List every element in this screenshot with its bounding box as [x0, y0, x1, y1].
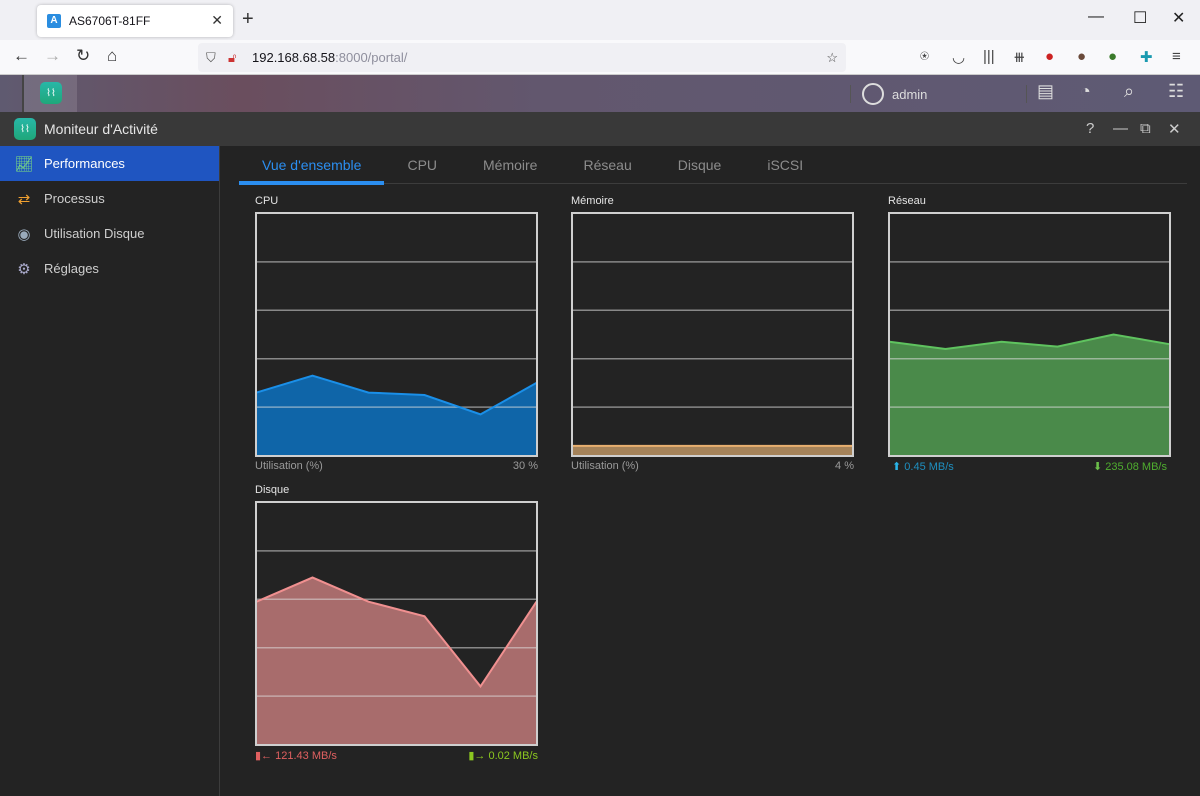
browser-tab[interactable]: A AS6706T-81FF ✕	[37, 5, 233, 37]
url-path: :8000/portal/	[335, 50, 408, 65]
minimize-window-icon[interactable]: —	[1113, 120, 1128, 137]
nas-top-bar: ⌇⌇ admin ▤ ◔ ⌕ ☷	[0, 75, 1200, 112]
tab-overview[interactable]: Vue d'ensemble	[239, 146, 385, 185]
maximize-icon[interactable]: ☐	[1133, 8, 1147, 28]
username: admin	[892, 86, 928, 102]
sidebar-item-settings[interactable]: ⚙ Réglages	[0, 251, 219, 286]
url-host: 192.168.68.58	[252, 50, 336, 65]
new-tab-button[interactable]: +	[242, 8, 254, 31]
tab-title: AS6706T-81FF	[69, 14, 151, 28]
disk-read-icon: ▮←	[255, 750, 273, 762]
shield-icon[interactable]: ⛉	[206, 43, 216, 72]
activity-monitor-icon: ⌇⌇	[40, 82, 62, 104]
browser-tab-bar: A AS6706T-81FF ✕ + — ☐ ✕	[0, 0, 1200, 40]
url-bar[interactable]: ⛉ 🔓︎ 192.168.68.58:8000/portal/ ☆	[198, 43, 846, 72]
profile-avatar-icon[interactable]: ●	[1077, 48, 1086, 65]
memory-footer-value: 4 %	[835, 460, 854, 472]
message-icon[interactable]: ▤	[1037, 81, 1054, 102]
process-icon: ⇄	[17, 190, 31, 208]
extension-icon[interactable]: ⧻	[1013, 48, 1026, 66]
extension-balls-icon[interactable]: ●	[1045, 48, 1054, 65]
bookmark-star-icon[interactable]: ☆	[826, 43, 838, 72]
sidebar-item-processus[interactable]: ⇄ Processus	[0, 181, 219, 216]
tab-iscsi[interactable]: iSCSI	[744, 146, 826, 183]
download-arrow-icon: ⬇	[1092, 461, 1103, 473]
settings-sliders-icon[interactable]: ☷	[1168, 81, 1184, 102]
network-upload: 0.45 MB/s	[904, 461, 954, 473]
disk-read: 121.43 MB/s	[275, 750, 337, 762]
memory-panel: Mémoire Utilisation (%) 4 %	[571, 195, 854, 472]
insecure-lock-icon[interactable]: 🔓︎	[228, 43, 236, 72]
chart-icon: 📈︎	[14, 155, 34, 173]
gear-icon: ⚙	[17, 260, 31, 278]
close-tab-icon[interactable]: ✕	[211, 12, 223, 29]
tab-cpu[interactable]: CPU	[384, 146, 460, 183]
panel-title: Mémoire	[571, 195, 614, 207]
minimize-icon[interactable]: —	[1088, 8, 1104, 26]
cpu-chart	[255, 212, 538, 457]
window-title: Moniteur d'Activité	[44, 121, 158, 137]
activity-monitor-icon: ⌇⌇	[14, 118, 36, 140]
reload-icon[interactable]: ↻	[76, 46, 90, 66]
disk-panel: Disque ▮← 121.43 MB/s ▮→ 0.02 MB/s	[255, 484, 538, 762]
main-content: Vue d'ensemble CPU Mémoire Réseau Disque…	[221, 146, 1200, 796]
sidebar-item-label: Performances	[44, 156, 125, 171]
cpu-panel: CPU Utilisation (%) 30 %	[255, 195, 538, 472]
back-icon[interactable]: ←	[13, 46, 30, 66]
restore-window-icon[interactable]: ⧉	[1140, 120, 1151, 137]
disk-usage-icon: ◉	[17, 225, 31, 243]
taskbar-activity-monitor[interactable]: ⌇⌇	[22, 75, 77, 112]
sidebar-item-label: Processus	[44, 191, 105, 206]
forward-icon[interactable]: →	[44, 46, 61, 66]
chart-area	[889, 334, 1170, 456]
asustor-favicon-icon: A	[47, 14, 61, 28]
disk-chart	[255, 501, 538, 746]
sidebar-item-performances[interactable]: 📈︎ Performances	[0, 146, 219, 181]
help-icon[interactable]: ?	[1086, 120, 1094, 137]
network-download: 235.08 MB/s	[1105, 461, 1167, 473]
cpu-footer-value: 30 %	[512, 460, 538, 472]
sidebar-item-label: Réglages	[44, 261, 99, 276]
memory-chart	[571, 212, 854, 457]
panel-title: Réseau	[888, 195, 926, 207]
close-window-icon[interactable]: ✕	[1168, 120, 1181, 138]
network-panel: Réseau ⬆ 0.45 MB/s ⬇ 235.08 MB/s	[888, 195, 1171, 473]
disk-write-icon: ▮→	[468, 750, 486, 762]
panel-title: Disque	[255, 484, 290, 496]
tab-memory[interactable]: Mémoire	[460, 146, 560, 183]
extension-warning-icon[interactable]: ●	[1108, 48, 1117, 65]
dashboard-icon[interactable]: ◔	[1080, 81, 1091, 102]
panel-title: CPU	[255, 195, 279, 207]
pocket-icon[interactable]: ◡	[952, 48, 965, 66]
library-icon[interactable]: |||	[983, 48, 995, 65]
disk-write: 0.02 MB/s	[488, 750, 538, 762]
sidebar: 📈︎ Performances ⇄ Processus ◉ Utilisatio…	[0, 146, 220, 796]
network-chart	[888, 212, 1171, 457]
tab-disk[interactable]: Disque	[655, 146, 745, 183]
activity-monitor-window: ⌇⌇ Moniteur d'Activité ? — ⧉ ✕ 📈︎ Perfor…	[0, 112, 1200, 796]
chart-background	[571, 212, 854, 457]
close-window-icon[interactable]: ✕	[1172, 8, 1185, 28]
upload-arrow-icon: ⬆	[892, 461, 902, 473]
menu-icon[interactable]: ≡	[1172, 48, 1181, 65]
tab-network[interactable]: Réseau	[560, 146, 654, 183]
save-pocket-icon[interactable]: ⍟	[920, 48, 929, 65]
user-avatar-icon	[862, 83, 884, 105]
chart-area	[572, 445, 853, 456]
tab-bar: Vue d'ensemble CPU Mémoire Réseau Disque…	[239, 146, 1187, 185]
browser-nav-bar: ← → ↻ ⌂ ⛉ 🔓︎ 192.168.68.58:8000/portal/ …	[0, 40, 1200, 75]
cpu-footer-label: Utilisation (%)	[255, 460, 323, 472]
sidebar-item-label: Utilisation Disque	[44, 226, 145, 241]
home-icon[interactable]: ⌂	[107, 46, 117, 66]
sidebar-item-disk-usage[interactable]: ◉ Utilisation Disque	[0, 216, 219, 251]
window-title-bar[interactable]: ⌇⌇ Moniteur d'Activité ? — ⧉ ✕	[0, 112, 1200, 146]
user-menu[interactable]: admin	[862, 83, 927, 105]
search-icon[interactable]: ⌕	[1124, 81, 1134, 102]
extension-puzzle-icon[interactable]: ✚	[1140, 48, 1153, 66]
memory-footer-label: Utilisation (%)	[571, 460, 639, 472]
